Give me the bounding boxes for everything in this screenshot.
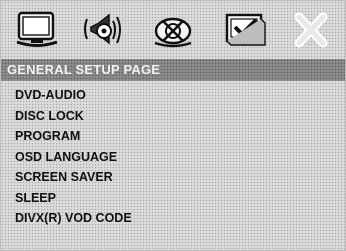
setup-menu-panel: GENERAL SETUP PAGE DVD-AUDIO DISC LOCK P…: [0, 0, 346, 251]
setup-menu-list: DVD-AUDIO DISC LOCK PROGRAM OSD LANGUAGE…: [15, 85, 132, 229]
page-title-bar: GENERAL SETUP PAGE: [1, 59, 345, 81]
audio-setup-icon[interactable]: [79, 9, 127, 51]
menu-item-dvd-audio[interactable]: DVD-AUDIO: [15, 85, 132, 106]
preference-setup-icon[interactable]: [221, 9, 269, 51]
menu-item-sleep[interactable]: SLEEP: [15, 188, 132, 209]
menu-item-disc-lock[interactable]: DISC LOCK: [15, 106, 132, 127]
exit-icon[interactable]: [287, 9, 335, 51]
menu-item-divx-vod-code[interactable]: DIVX(R) VOD CODE: [15, 208, 132, 229]
video-setup-icon[interactable]: [149, 9, 197, 51]
general-setup-icon[interactable]: [13, 9, 61, 51]
menu-item-osd-language[interactable]: OSD LANGUAGE: [15, 147, 132, 168]
setup-icon-bar: [1, 1, 345, 57]
menu-item-screen-saver[interactable]: SCREEN SAVER: [15, 167, 132, 188]
menu-item-program[interactable]: PROGRAM: [15, 126, 132, 147]
page-title: GENERAL SETUP PAGE: [7, 62, 161, 77]
